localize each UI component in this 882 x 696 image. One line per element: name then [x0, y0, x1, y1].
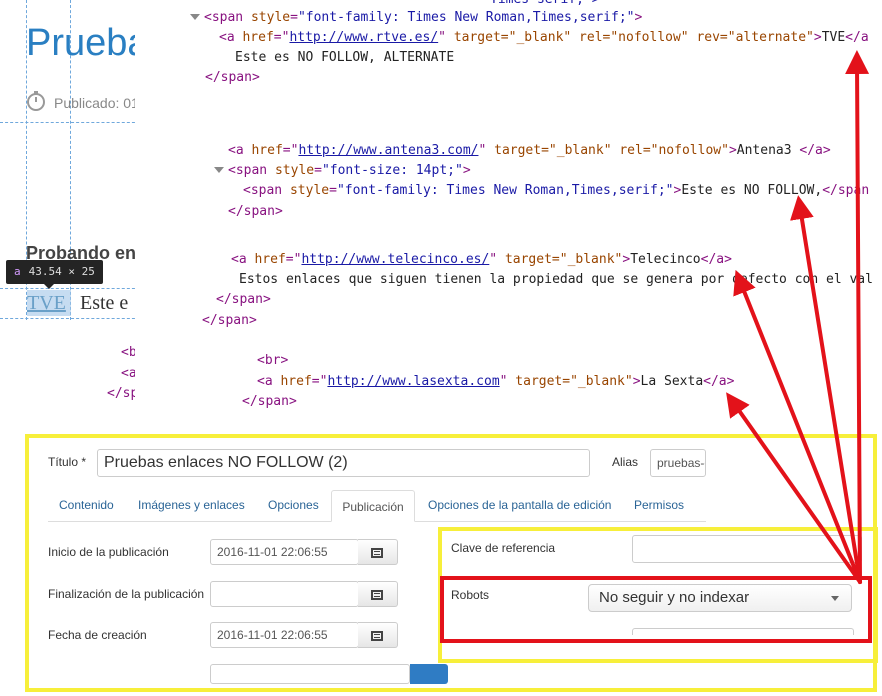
arrow-to-tve	[845, 50, 870, 584]
arrow-to-telecinco	[733, 269, 862, 584]
arrow-to-lasexta	[726, 392, 862, 584]
annotation-arrows	[726, 50, 870, 584]
arrow-to-antena3	[790, 195, 862, 584]
